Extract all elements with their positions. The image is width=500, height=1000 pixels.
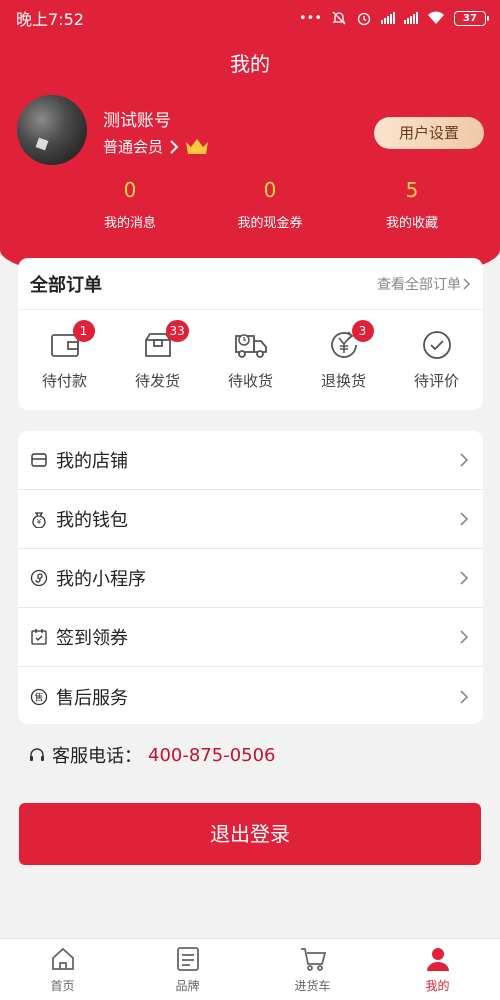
headset-icon — [30, 748, 44, 761]
signal-icon — [404, 12, 418, 24]
order-pending-receipt[interactable]: 待收货 — [211, 328, 291, 391]
stat-messages[interactable]: 0 我的消息 — [70, 178, 190, 231]
stat-value: 0 — [263, 178, 277, 202]
status-icons: ••• 37 — [298, 10, 489, 26]
nav-home[interactable]: 首页 — [0, 939, 125, 1000]
chevron-right-icon — [460, 512, 469, 526]
battery-icon: 37 — [454, 10, 489, 26]
menu-label: 我的钱包 — [56, 510, 128, 531]
brand-list-icon — [176, 947, 199, 971]
orders-title: 全部订单 — [30, 274, 102, 296]
check-circle-icon — [422, 331, 451, 359]
customer-service-label: 客服电话： — [52, 746, 142, 767]
crown-icon — [186, 138, 209, 154]
store-icon — [31, 453, 47, 467]
status-time: 晚上7:52 — [16, 10, 84, 29]
order-badge: 33 — [165, 320, 189, 342]
stat-value: 5 — [405, 178, 419, 202]
menu-item-mini-program[interactable]: 我的小程序 — [18, 549, 483, 608]
menu-label: 我的小程序 — [56, 569, 146, 590]
customer-service-phone[interactable]: 400-875-0506 — [148, 745, 276, 766]
order-label: 待收货 — [227, 372, 273, 390]
order-returns[interactable]: 3 退换货 — [304, 320, 384, 391]
stat-label: 我的现金券 — [237, 216, 303, 231]
logout-button[interactable]: 退出登录 — [19, 803, 481, 865]
order-label: 退换货 — [320, 372, 366, 390]
orders-card: 全部订单 查看全部订单 1 待付款 33 待发货 待收货 3 退换货 待评价 — [18, 258, 483, 410]
menu-card: 我的店铺 ¥ 我的钱包 我的小程序 签到领券 售 售后服务 — [18, 431, 483, 724]
orders-row: 1 待付款 33 待发货 待收货 3 退换货 待评价 — [18, 310, 483, 391]
chevron-right-icon — [460, 630, 469, 644]
stat-cash-coupons[interactable]: 0 我的现金券 — [210, 178, 330, 231]
status-bar: 晚上7:52 ••• 37 — [0, 0, 500, 36]
menu-label: 售后服务 — [56, 687, 128, 709]
menu-label: 我的店铺 — [56, 451, 128, 472]
bottom-nav: 首页 品牌 进货车 我的 — [0, 938, 500, 1000]
view-all-orders-label: 查看全部订单 — [377, 276, 461, 293]
mute-bell-icon — [332, 11, 346, 25]
order-pending-payment[interactable]: 1 待付款 — [25, 320, 105, 391]
user-icon — [426, 948, 449, 971]
calendar-check-icon — [31, 629, 47, 645]
order-label: 待评价 — [413, 372, 459, 390]
view-all-orders-link[interactable]: 查看全部订单 — [377, 274, 471, 294]
chevron-right-icon — [170, 139, 179, 154]
member-level[interactable]: 普通会员 — [103, 136, 209, 157]
svg-text:售: 售 — [34, 691, 43, 703]
order-label: 待发货 — [134, 372, 180, 390]
stat-label: 我的收藏 — [385, 216, 438, 231]
menu-item-after-sales[interactable]: 售 售后服务 — [18, 667, 483, 726]
stat-favorites[interactable]: 5 我的收藏 — [352, 178, 472, 231]
menu-item-checkin[interactable]: 签到领券 — [18, 608, 483, 667]
signal-icon — [381, 12, 395, 24]
truck-icon — [234, 334, 267, 358]
order-badge: 3 — [351, 320, 374, 342]
user-settings-button[interactable]: 用户设置 — [374, 117, 484, 149]
chevron-right-icon — [460, 571, 469, 585]
stat-label: 我的消息 — [103, 216, 156, 231]
nav-mine[interactable]: 我的 — [375, 939, 500, 1000]
nav-label: 品牌 — [175, 979, 200, 993]
chevron-right-icon — [463, 277, 471, 290]
menu-label: 签到领券 — [56, 628, 128, 649]
stat-value: 0 — [123, 178, 137, 202]
page-title: 我的 — [230, 52, 270, 76]
username: 测试账号 — [103, 111, 171, 131]
wifi-icon — [428, 11, 444, 24]
order-pending-review[interactable]: 待评价 — [397, 328, 477, 391]
nav-label: 首页 — [50, 979, 75, 993]
cart-icon — [300, 948, 326, 971]
member-level-label: 普通会员 — [103, 138, 164, 156]
nav-cart[interactable]: 进货车 — [250, 939, 375, 1000]
nav-brand[interactable]: 品牌 — [125, 939, 250, 1000]
nav-label: 我的 — [425, 979, 450, 993]
avatar[interactable] — [17, 95, 87, 165]
home-icon — [51, 947, 74, 970]
money-bag-icon: ¥ — [32, 512, 46, 528]
orders-header: 全部订单 查看全部订单 — [18, 258, 483, 310]
chevron-right-icon — [460, 689, 469, 704]
customer-service[interactable]: 客服电话： 400-875-0506 — [28, 742, 276, 768]
chevron-right-icon — [460, 453, 469, 467]
menu-item-wallet[interactable]: ¥ 我的钱包 — [18, 490, 483, 549]
more-dots-icon: ••• — [298, 10, 322, 26]
after-sales-icon: 售 — [30, 688, 48, 705]
svg-text:¥: ¥ — [37, 518, 42, 526]
order-label: 待付款 — [41, 372, 87, 390]
nav-label: 进货车 — [294, 979, 331, 993]
alarm-clock-icon — [357, 12, 371, 26]
stats-row: 0 我的消息 0 我的现金券 5 我的收藏 — [0, 178, 500, 238]
menu-item-store[interactable]: 我的店铺 — [18, 431, 483, 490]
order-badge: 1 — [72, 320, 95, 342]
order-pending-shipment[interactable]: 33 待发货 — [118, 320, 198, 391]
mini-program-icon — [30, 569, 48, 587]
